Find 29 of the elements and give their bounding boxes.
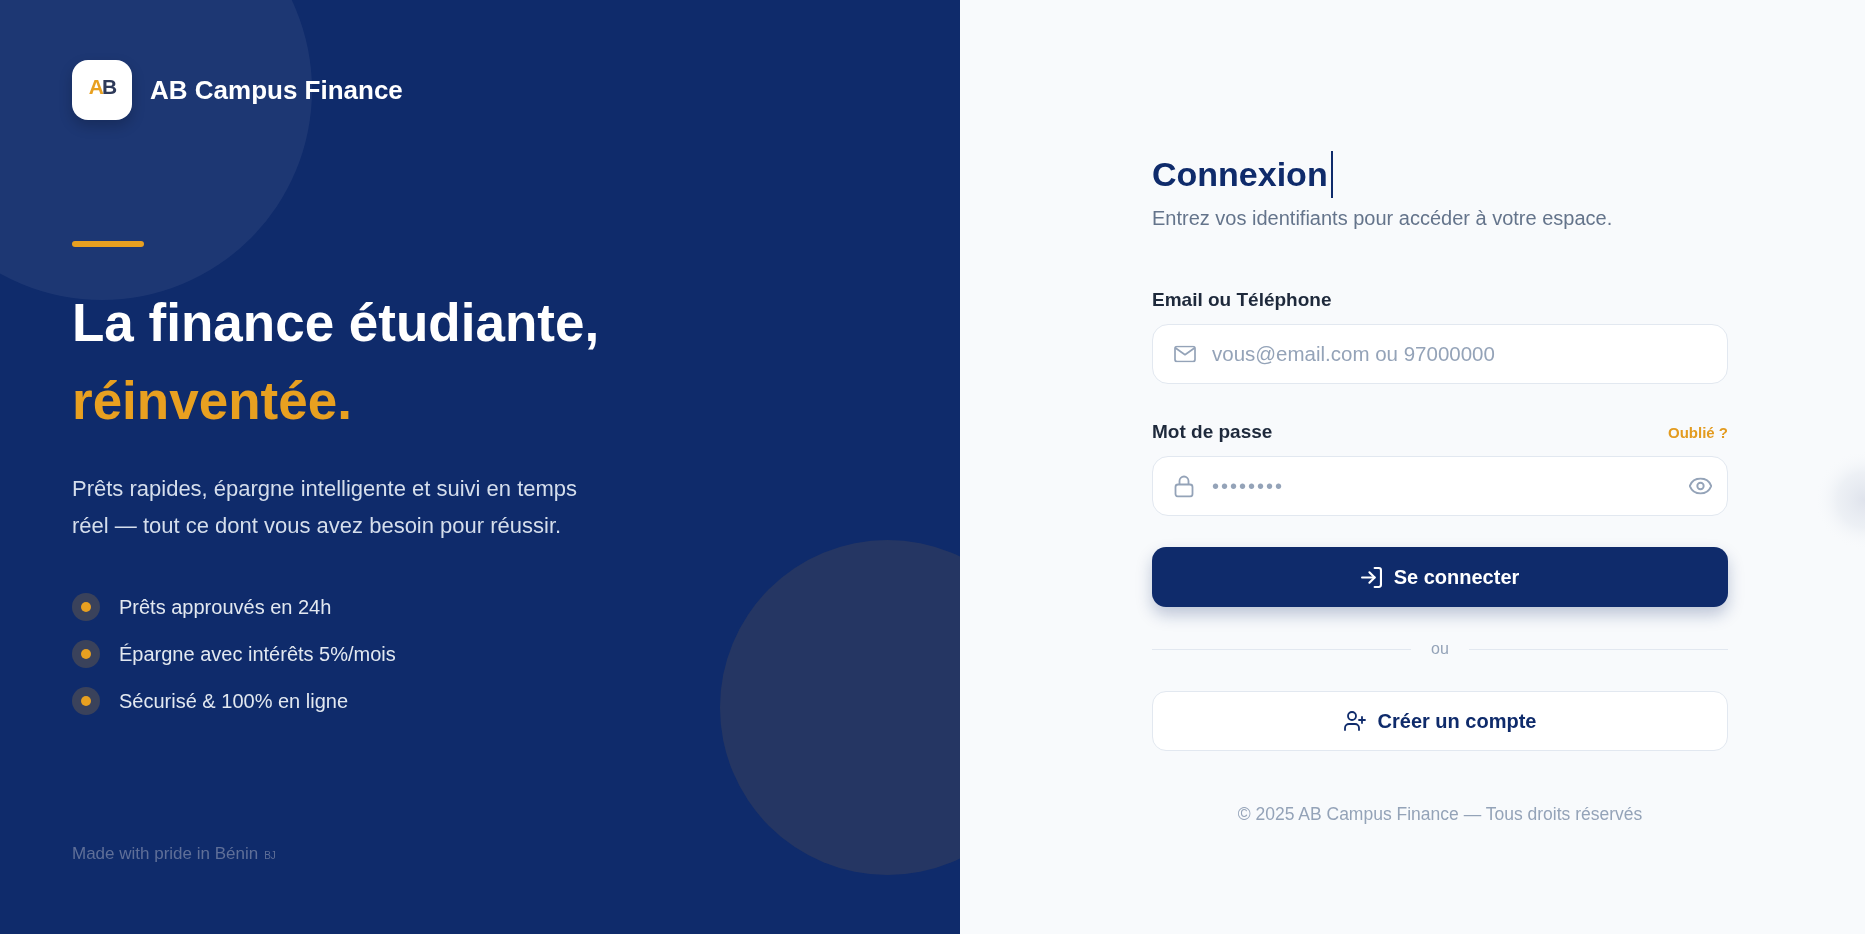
logo-text: AB (88, 76, 116, 98)
accent-bar (72, 241, 144, 247)
bullet-dot-icon (72, 687, 100, 715)
field-label: Email ou Téléphone (1152, 289, 1332, 311)
login-icon (1360, 566, 1382, 588)
field-label: Mot de passe (1152, 421, 1273, 443)
user-plus-icon (1343, 711, 1366, 731)
brand-name: AB Campus Finance (150, 74, 403, 106)
headline: La finance étudiante, (72, 292, 600, 354)
divider-text: ou (1431, 639, 1449, 659)
feature-text: Sécurisé & 100% en ligne (119, 689, 349, 713)
envelope-icon (1174, 345, 1196, 363)
description: Prêts rapides, épargne intelligente et suivi en temps réel — tout ce dont vous avez besoin pour réussir. (72, 475, 579, 540)
password-field[interactable]: •••••••• (1152, 456, 1728, 516)
headline-accent: réinventée. (72, 370, 352, 432)
login-subtitle: Entrez vos identifiants pour accéder à votre espace. (1152, 206, 1614, 231)
login-button[interactable]: Se connecter (1152, 547, 1728, 607)
login-title: Connexion (1152, 154, 1328, 195)
lock-icon (1174, 474, 1194, 498)
bullet-dot-icon (72, 640, 100, 668)
feature-text: Épargne avec intérêts 5%/mois (119, 642, 396, 666)
create-account-button[interactable]: Créer un compte (1152, 691, 1728, 751)
copyright-text: © 2025 AB Campus Finance — Tous droits réservés (1237, 804, 1643, 824)
bullet-dot-icon (72, 593, 100, 621)
email-field[interactable]: vous@email.com ou 97000000 (1152, 324, 1728, 384)
flag-code: BJ (264, 850, 276, 861)
footer-note: Made with pride in Bénin (72, 844, 259, 864)
eye-icon[interactable] (1688, 477, 1713, 495)
feature-text: Prêts approuvés en 24h (119, 595, 332, 619)
